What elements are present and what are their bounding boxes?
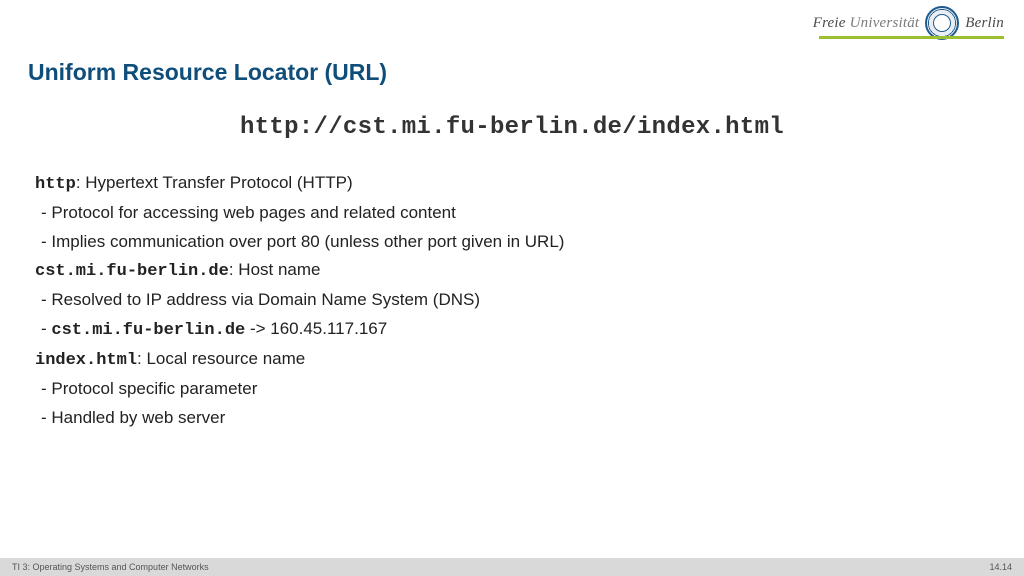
term-http: http	[35, 175, 76, 194]
term-index: index.html	[35, 351, 137, 370]
term-host: cst.mi.fu-berlin.de	[35, 262, 229, 281]
university-logo: Freie Universität Berlin	[813, 6, 1004, 40]
footer-left: TI 3: Operating Systems and Computer Net…	[12, 562, 209, 572]
logo-text-2: Berlin	[965, 15, 1004, 32]
bullet: Protocol specific parameter	[35, 376, 975, 402]
host-ip: -> 160.45.117.167	[245, 319, 387, 338]
term-index-desc: : Local resource name	[137, 349, 305, 368]
footer-right: 14.14	[989, 562, 1012, 572]
example-url: http://cst.mi.fu-berlin.de/index.html	[0, 114, 1024, 141]
slide: Freie Universität Berlin Uniform Resourc…	[0, 0, 1024, 576]
bullet: Implies communication over port 80 (unle…	[35, 229, 975, 255]
bullet: Protocol for accessing web pages and rel…	[35, 200, 975, 226]
header: Freie Universität Berlin	[0, 0, 1024, 48]
term-host-desc: : Host name	[229, 260, 321, 279]
logo-word-2: Universität	[850, 15, 920, 31]
bullet: Resolved to IP address via Domain Name S…	[35, 287, 975, 313]
term-line: cst.mi.fu-berlin.de: Host name	[35, 257, 975, 285]
seal-icon	[925, 6, 959, 40]
logo-word-1: Freie	[813, 15, 846, 31]
term-line: http: Hypertext Transfer Protocol (HTTP)	[35, 170, 975, 198]
bullet-mono: - cst.mi.fu-berlin.de -> 160.45.117.167	[35, 316, 975, 344]
body-content: http: Hypertext Transfer Protocol (HTTP)…	[35, 170, 975, 433]
host-mono: cst.mi.fu-berlin.de	[51, 321, 245, 340]
logo-text: Freie Universität	[813, 15, 920, 32]
footer: TI 3: Operating Systems and Computer Net…	[0, 558, 1024, 576]
logo-underline	[819, 36, 1004, 39]
term-http-desc: : Hypertext Transfer Protocol (HTTP)	[76, 173, 353, 192]
logo-word-3: Berlin	[965, 15, 1004, 31]
term-line: index.html: Local resource name	[35, 346, 975, 374]
bullet: Handled by web server	[35, 405, 975, 431]
slide-title: Uniform Resource Locator (URL)	[28, 59, 387, 86]
